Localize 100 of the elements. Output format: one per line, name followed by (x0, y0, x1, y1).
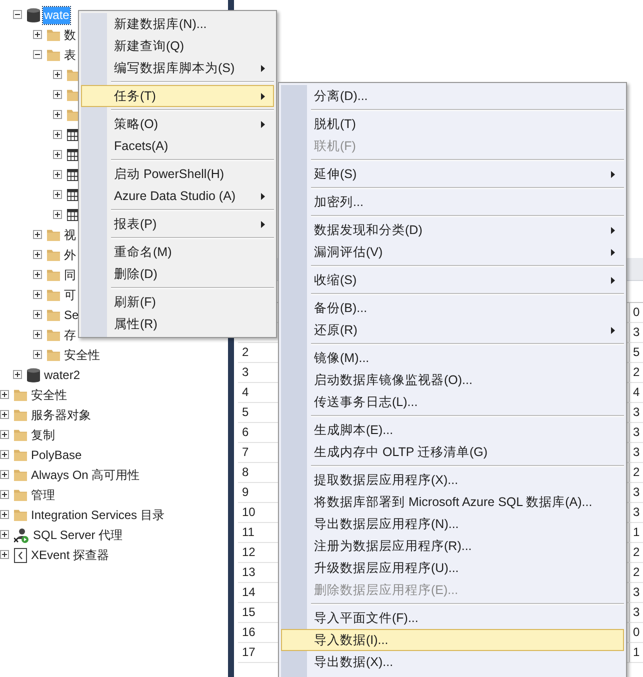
tree-item-label[interactable]: water2 (43, 366, 82, 384)
menu-item[interactable]: 注册为数据层应用程序(R)... (281, 535, 624, 557)
tree-item-label[interactable]: Integration Services 目录 (30, 506, 166, 524)
expand-icon[interactable] (33, 250, 42, 259)
tree-item-label[interactable]: 数 (63, 26, 77, 44)
menu-item[interactable]: 加密列... (281, 191, 624, 213)
menu-item[interactable]: 升级数据层应用程序(U)... (281, 557, 624, 579)
menu-item[interactable]: 启动数据库镜像监视器(O)... (281, 369, 624, 391)
tree-item-label[interactable]: PolyBase (30, 446, 83, 464)
expand-icon[interactable] (0, 530, 9, 539)
expand-icon[interactable] (0, 490, 9, 499)
folder-icon (47, 309, 60, 321)
expand-icon[interactable] (33, 30, 42, 39)
tree-item-label[interactable]: 安全性 (30, 386, 68, 404)
menu-item[interactable]: 导入数据(I)... (281, 629, 624, 651)
expand-icon[interactable] (0, 390, 9, 399)
tree-item-label[interactable]: 服务器对象 (30, 406, 92, 424)
menu-item[interactable]: 新建查询(Q) (81, 35, 274, 57)
expand-icon[interactable] (33, 330, 42, 339)
tree-item-label[interactable]: 外 (63, 246, 77, 264)
tree-item-label[interactable]: Always On 高可用性 (30, 466, 141, 484)
expand-icon[interactable] (53, 150, 62, 159)
row-number: 8 (242, 465, 249, 479)
menu-item[interactable]: 生成脚本(E)... (281, 419, 624, 441)
menu-item[interactable]: Azure Data Studio (A) (81, 185, 274, 207)
menu-item[interactable]: 提取数据层应用程序(X)... (281, 469, 624, 491)
expand-icon[interactable] (53, 70, 62, 79)
tree-item-label[interactable]: 存 (63, 326, 77, 344)
folder-icon (47, 329, 60, 341)
table-icon (67, 169, 78, 181)
tree-item-label[interactable]: XEvent 探查器 (30, 546, 110, 564)
expand-icon[interactable] (33, 230, 42, 239)
row-number: 14 (242, 585, 256, 599)
tree-item-label[interactable]: 安全性 (63, 346, 101, 364)
table-cell: 3 (633, 505, 640, 519)
tree-item-label[interactable]: 管理 (30, 486, 56, 504)
collapse-icon[interactable] (13, 10, 22, 19)
folder-icon (47, 349, 60, 361)
tree-item-label[interactable]: 同 (63, 266, 77, 284)
folder-icon (14, 489, 27, 501)
table-icon (67, 189, 78, 201)
tree-item-label[interactable]: 视 (63, 226, 77, 244)
expand-icon[interactable] (53, 130, 62, 139)
menu-item[interactable]: 策略(O) (81, 113, 274, 135)
menu-item[interactable]: 还原(R) (281, 319, 624, 341)
menu-item[interactable]: Facets(A) (81, 135, 274, 157)
expand-icon[interactable] (53, 210, 62, 219)
expand-icon[interactable] (33, 290, 42, 299)
tree-item-label[interactable]: Se (63, 306, 80, 324)
menu-item[interactable]: 报表(P) (81, 213, 274, 235)
menu-item[interactable]: 延伸(S) (281, 163, 624, 185)
expand-icon[interactable] (0, 430, 9, 439)
row-number: 13 (242, 565, 256, 579)
menu-item[interactable]: 备份(B)... (281, 297, 624, 319)
menu-item[interactable]: 漏洞评估(V) (281, 241, 624, 263)
expand-icon[interactable] (33, 350, 42, 359)
tree-item-label[interactable]: 可 (63, 286, 77, 304)
menu-item[interactable]: 收缩(S) (281, 269, 624, 291)
tree-item-label[interactable]: 复制 (30, 426, 56, 444)
table-cell: 3 (633, 605, 640, 619)
expand-icon[interactable] (13, 370, 22, 379)
tree-item-label[interactable]: 表 (63, 46, 77, 64)
menu-item[interactable]: 删除(D) (81, 263, 274, 285)
expand-icon[interactable] (0, 550, 9, 559)
menu-item[interactable]: 将数据库部署到 Microsoft Azure SQL 数据库(A)... (281, 491, 624, 513)
menu-item[interactable]: 脱机(T) (281, 113, 624, 135)
menu-item[interactable]: 导出数据层应用程序(N)... (281, 513, 624, 535)
expand-icon[interactable] (33, 270, 42, 279)
folder-icon (47, 29, 60, 41)
menu-item[interactable]: 重命名(M) (81, 241, 274, 263)
menu-item[interactable]: 数据发现和分类(D) (281, 219, 624, 241)
menu-item[interactable]: 分离(D)... (281, 85, 624, 107)
row-number: 6 (242, 425, 249, 439)
expand-icon[interactable] (53, 190, 62, 199)
menu-item[interactable]: 属性(R) (81, 313, 274, 335)
menu-item[interactable]: 生成内存中 OLTP 迁移清单(G) (281, 441, 624, 463)
menu-item[interactable]: 新建数据库(N)... (81, 13, 274, 35)
folder-icon (47, 289, 60, 301)
menu-item[interactable]: 导出数据(X)... (281, 651, 624, 673)
menu-item[interactable]: 启动 PowerShell(H) (81, 163, 274, 185)
row-number: 16 (242, 625, 256, 639)
expand-icon[interactable] (53, 170, 62, 179)
menu-item[interactable]: 镜像(M)... (281, 347, 624, 369)
menu-item[interactable]: 传送事务日志(L)... (281, 391, 624, 413)
menu-item[interactable]: 编写数据库脚本为(S) (81, 57, 274, 79)
collapse-icon[interactable] (33, 50, 42, 59)
xevent-icon (14, 548, 27, 562)
menu-item[interactable]: 导入平面文件(F)... (281, 607, 624, 629)
expand-icon[interactable] (0, 450, 9, 459)
menu-item[interactable]: 刷新(F) (81, 291, 274, 313)
menu-item[interactable]: 任务(T) (81, 85, 274, 107)
database-icon (27, 8, 40, 22)
expand-icon[interactable] (53, 90, 62, 99)
expand-icon[interactable] (33, 310, 42, 319)
folder-icon (14, 469, 27, 481)
expand-icon[interactable] (0, 470, 9, 479)
expand-icon[interactable] (53, 110, 62, 119)
expand-icon[interactable] (0, 410, 9, 419)
tree-item-label[interactable]: SQL Server 代理 (32, 526, 124, 544)
expand-icon[interactable] (0, 510, 9, 519)
